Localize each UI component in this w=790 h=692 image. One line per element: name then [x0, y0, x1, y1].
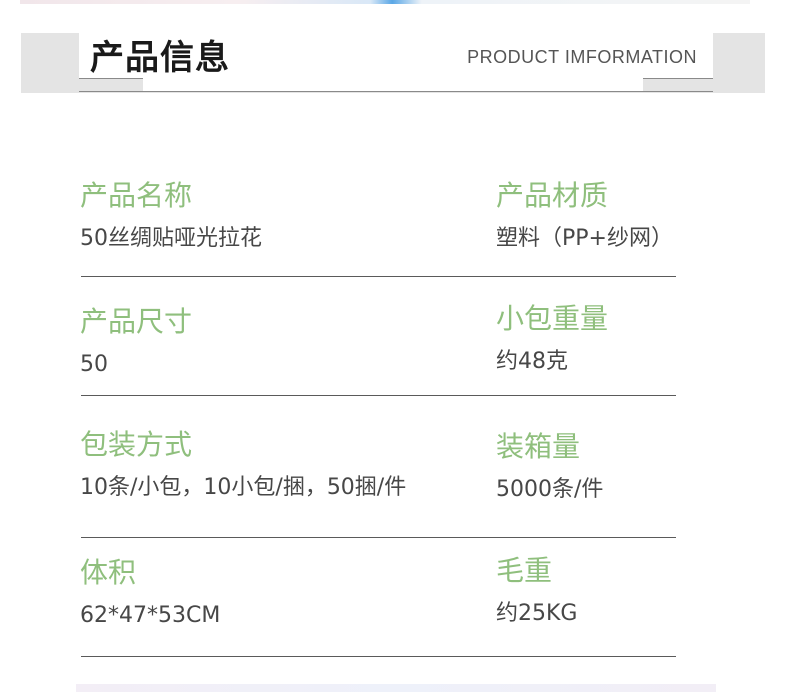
row-divider — [81, 276, 676, 277]
top-image-strip — [20, 0, 750, 4]
spec-label-size: 产品尺寸 — [80, 305, 193, 338]
spec-value-carton-qty: 5000条/件 — [496, 477, 604, 502]
row-divider — [81, 537, 676, 538]
spec-label-volume: 体积 — [80, 556, 137, 589]
header-divider — [79, 91, 713, 92]
section-title: 产品信息 — [90, 38, 230, 78]
spec-label-pack-weight: 小包重量 — [496, 302, 609, 335]
spec-label-gross-weight: 毛重 — [496, 554, 553, 587]
spec-value-size: 50 — [80, 352, 108, 377]
spec-value-gross-weight: 约25KG — [496, 601, 578, 626]
spec-value-pack-weight: 约48克 — [496, 349, 568, 374]
spec-label-name: 产品名称 — [80, 179, 193, 212]
spec-value-material: 塑料（PP+纱网） — [496, 226, 673, 251]
spec-label-carton-qty: 装箱量 — [496, 430, 581, 463]
bottom-image-strip — [76, 684, 716, 692]
section-subtitle: PRODUCT IMFORMATION — [467, 47, 697, 67]
header-card-extension — [143, 78, 643, 92]
spec-value-name: 50丝绸贴哑光拉花 — [80, 226, 262, 251]
spec-value-packing: 10条/小包，10小包/捆，50捆/件 — [80, 475, 407, 500]
spec-value-volume: 62*47*53CM — [80, 603, 221, 628]
row-divider — [81, 395, 676, 396]
spec-label-material: 产品材质 — [496, 179, 609, 212]
row-divider — [81, 656, 676, 657]
spec-label-packing: 包装方式 — [80, 428, 193, 461]
